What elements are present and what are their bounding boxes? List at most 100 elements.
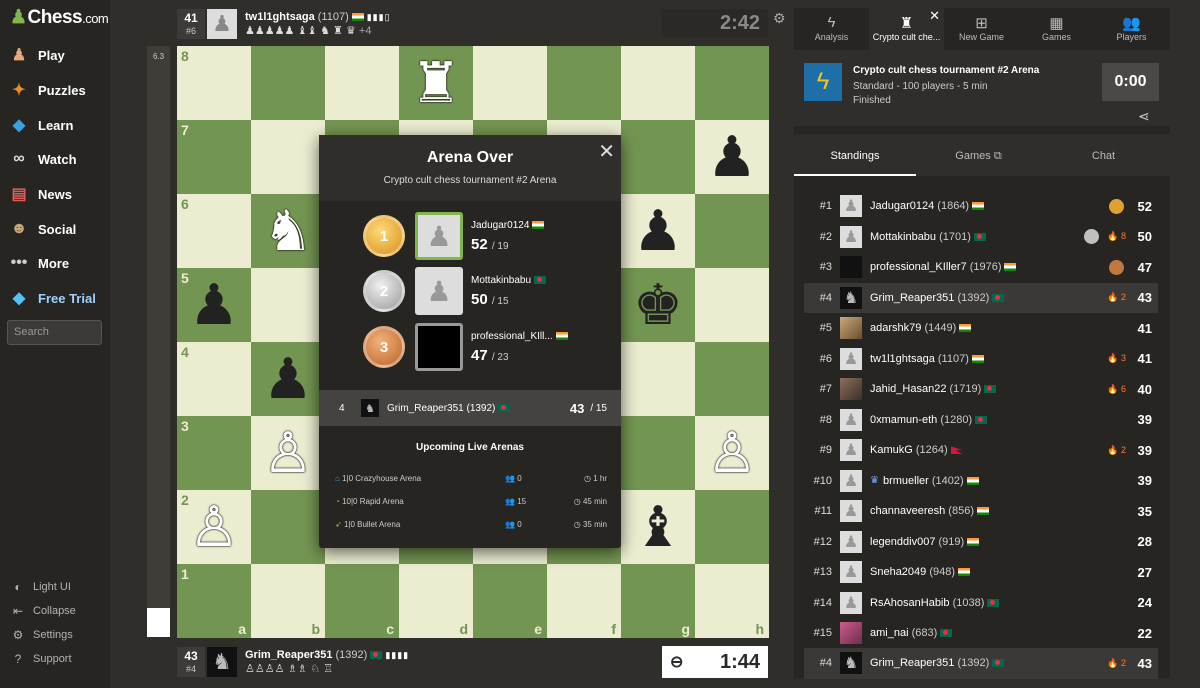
square-c8[interactable] [325, 46, 399, 120]
square-b8[interactable] [251, 46, 325, 120]
chess-piece[interactable]: ♟ [633, 203, 683, 259]
upcoming-arena-row[interactable]: ➶ 1|0 Bullet Arena 👥 0 ◷ 35 min [335, 520, 607, 529]
square-d8[interactable]: ♜ [399, 46, 473, 120]
square-b5[interactable] [251, 268, 325, 342]
close-icon[interactable]: ✕ [598, 139, 615, 164]
square-b1[interactable]: b [251, 564, 325, 638]
light-ui-button[interactable]: ◐ Light UI [9, 577, 71, 597]
avatar[interactable]: ♟ [415, 267, 463, 315]
top-player-avatar[interactable]: ♟ [207, 9, 237, 39]
nav-social[interactable]: ☻ Social [8, 214, 104, 244]
upcoming-arena-row[interactable]: ⌂ 1|0 Crazyhouse Arena 👥 0 ◷ 1 hr [335, 474, 607, 483]
square-a3[interactable]: 3 [177, 416, 251, 490]
table-row[interactable]: #5 adarshk79 (1449) 41 [804, 313, 1158, 344]
tab-games[interactable]: ▦ Games [1019, 8, 1094, 50]
square-g6[interactable]: ♟ [621, 194, 695, 268]
tournament-title[interactable]: Crypto cult chess tournament #2 Arena [853, 65, 1039, 76]
square-e1[interactable]: e [473, 564, 547, 638]
square-c1[interactable]: c [325, 564, 399, 638]
table-row[interactable]: #12 ♟ legenddiv007 (919) 28 [804, 527, 1158, 558]
player-name[interactable]: adarshk79 [870, 322, 921, 334]
square-g8[interactable] [621, 46, 695, 120]
close-icon[interactable]: ✕ [929, 8, 940, 24]
square-e8[interactable] [473, 46, 547, 120]
table-row[interactable]: #4 ♞ Grim_Reaper351 (1392) 🔥 2 43 [804, 648, 1158, 679]
table-row[interactable]: #1 ♟ Jadugar0124 (1864) 52 [804, 191, 1158, 222]
square-h1[interactable]: h [695, 564, 769, 638]
nav-news[interactable]: ▤ News [8, 179, 104, 209]
chess-piece[interactable]: ♝ [633, 499, 683, 555]
chess-piece[interactable]: ♙ [707, 425, 757, 481]
square-h7[interactable]: ♟ [695, 120, 769, 194]
player-name[interactable]: brmueller [883, 475, 929, 487]
search-input[interactable]: Search [7, 320, 102, 345]
player-name[interactable]: RsAhosanHabib [870, 597, 950, 609]
table-row[interactable]: #14 ♟ RsAhosanHabib (1038) 24 [804, 588, 1158, 619]
player-name[interactable]: Jadugar0124 [870, 200, 934, 212]
square-h6[interactable] [695, 194, 769, 268]
table-row[interactable]: #6 ♟ tw1l1ghtsaga (1107) 🔥 3 41 [804, 344, 1158, 375]
table-row[interactable]: #3 professional_KIller7 (1976) 47 [804, 252, 1158, 283]
tab-players[interactable]: 👥 Players [1094, 8, 1169, 50]
support-button[interactable]: ? Support [9, 649, 72, 669]
square-f8[interactable] [547, 46, 621, 120]
table-row[interactable]: #10 ♟ ♛ brmueller (1402) 39 [804, 466, 1158, 497]
chess-piece[interactable]: ♙ [263, 425, 313, 481]
chess-piece[interactable]: ♟ [707, 129, 757, 185]
square-g1[interactable]: g [621, 564, 695, 638]
collapse-button[interactable]: ⇤ Collapse [9, 601, 76, 621]
square-a7[interactable]: 7 [177, 120, 251, 194]
nav-more[interactable]: ••• More [8, 248, 104, 278]
top-player-name[interactable]: tw1l1ghtsaga [245, 11, 315, 23]
chess-piece[interactable]: ♜ [411, 55, 461, 111]
square-h5[interactable] [695, 268, 769, 342]
square-f1[interactable]: f [547, 564, 621, 638]
table-row[interactable]: #13 ♟ Sneha2049 (948) 27 [804, 557, 1158, 588]
tab-games-list[interactable]: Games ⧉ [916, 134, 1041, 176]
chess-piece[interactable]: ♟ [189, 277, 239, 333]
square-g2[interactable]: ♝ [621, 490, 695, 564]
bottom-player-avatar[interactable]: ♞ [207, 647, 237, 677]
square-a1[interactable]: 1a [177, 564, 251, 638]
player-name[interactable]: Grim_Reaper351 [870, 292, 954, 304]
board-settings-gear-icon[interactable]: ⚙ [773, 10, 786, 27]
square-b6[interactable]: ♞ [251, 194, 325, 268]
player-name[interactable]: KamukG [870, 444, 913, 456]
nav-puzzles[interactable]: ✦ Puzzles [8, 75, 104, 105]
chess-piece[interactable]: ♙ [189, 499, 239, 555]
share-icon[interactable]: ⋖ [1138, 108, 1150, 125]
table-row[interactable]: #2 ♟ Mottakinbabu (1701) 🔥 8 50 [804, 222, 1158, 253]
square-g7[interactable] [621, 120, 695, 194]
avatar[interactable] [415, 323, 463, 371]
square-b7[interactable] [251, 120, 325, 194]
square-g4[interactable] [621, 342, 695, 416]
player-name[interactable]: legenddiv007 [870, 536, 935, 548]
chess-piece[interactable]: ♚ [633, 277, 683, 333]
nav-play[interactable]: ♟ Play [8, 40, 104, 70]
player-name[interactable]: Jahid_Hasan22 [870, 383, 946, 395]
table-row[interactable]: #11 ♟ channaveeresh (856) 35 [804, 496, 1158, 527]
square-b3[interactable]: ♙ [251, 416, 325, 490]
table-row[interactable]: #8 ♟ 0xmamun-eth (1280) 39 [804, 405, 1158, 436]
table-row[interactable]: #7 Jahid_Hasan22 (1719) 🔥 6 40 [804, 374, 1158, 405]
tab-analysis[interactable]: ϟ Analysis [794, 8, 869, 50]
table-row[interactable]: #9 ♟ KamukG (1264) 🔥 2 39 [804, 435, 1158, 466]
tab-standings[interactable]: Standings [794, 134, 916, 176]
player-name[interactable]: tw1l1ghtsaga [870, 353, 935, 365]
table-row[interactable]: #4 ♞ Grim_Reaper351 (1392) 🔥 2 43 [804, 282, 1158, 313]
tab-new-game[interactable]: ⊞ New Game [944, 8, 1019, 50]
square-g5[interactable]: ♚ [621, 268, 695, 342]
square-b4[interactable]: ♟ [251, 342, 325, 416]
player-name[interactable]: 0xmamun-eth [870, 414, 937, 426]
square-b2[interactable] [251, 490, 325, 564]
upcoming-arena-row[interactable]: ◔ 10|0 Rapid Arena 👥 15 ◷ 45 min [335, 497, 607, 506]
nav-free-trial[interactable]: ◆ Free Trial [8, 283, 104, 313]
bottom-player-name[interactable]: Grim_Reaper351 [245, 649, 332, 661]
square-h2[interactable] [695, 490, 769, 564]
settings-button[interactable]: ⚙ Settings [9, 625, 73, 645]
player-name[interactable]: Mottakinbabu [870, 231, 936, 243]
nav-learn[interactable]: ◆ Learn [8, 110, 104, 140]
square-g3[interactable] [621, 416, 695, 490]
square-a6[interactable]: 6 [177, 194, 251, 268]
player-name[interactable]: ami_nai [870, 627, 909, 639]
